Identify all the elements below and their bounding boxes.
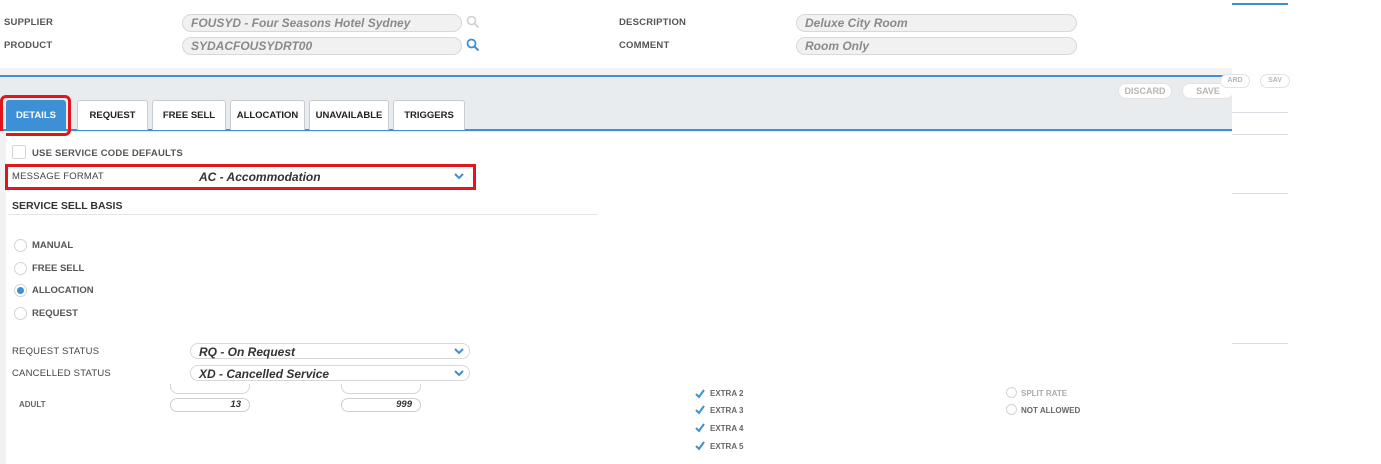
ghost-divider-1	[1232, 112, 1288, 113]
product-label: PRODUCT	[4, 40, 53, 51]
radio-request[interactable]	[14, 307, 27, 320]
sell-basis-divider	[8, 214, 598, 215]
description-label: DESCRIPTION	[619, 17, 687, 28]
details-tab-highlight	[0, 95, 71, 136]
radio-allocation-label: ALLOCATION	[32, 285, 94, 296]
check-icon	[695, 441, 705, 451]
check-icon	[695, 423, 705, 433]
top-right-accent-line	[1232, 3, 1288, 5]
chevron-down-icon	[454, 370, 464, 377]
radio-manual-label: MANUAL	[32, 240, 74, 251]
cancelled-status-select[interactable]: XD - Cancelled Service	[190, 365, 470, 381]
ghost-divider-2	[1232, 134, 1288, 135]
check-icon	[695, 405, 705, 415]
split-rate-radio[interactable]	[1006, 387, 1017, 398]
product-search-icon[interactable]	[466, 38, 480, 57]
extra-3-label: EXTRA 3	[710, 406, 744, 415]
description-field[interactable]: Deluxe City Room	[796, 14, 1077, 32]
extra-2-label: EXTRA 2	[710, 389, 744, 398]
tab-request[interactable]: REQUEST	[77, 100, 148, 130]
sell-basis-heading: SERVICE SELL BASIS	[12, 200, 123, 212]
not-allowed-radio[interactable]	[1006, 404, 1017, 415]
supplier-search-icon[interactable]	[466, 15, 480, 34]
cancelled-status-value: XD - Cancelled Service	[199, 367, 330, 381]
tab-triggers[interactable]: TRIGGERS	[393, 100, 465, 130]
extra-5-label: EXTRA 5	[710, 442, 744, 451]
radio-free-sell-label: FREE SELL	[32, 263, 85, 274]
extra-4-label: EXTRA 4	[710, 424, 744, 433]
comment-label: COMMENT	[619, 40, 670, 51]
background-panel-right	[1232, 68, 1288, 348]
check-icon	[695, 389, 705, 399]
radio-manual[interactable]	[14, 239, 27, 252]
use-defaults-label: USE SERVICE CODE DEFAULTS	[32, 148, 183, 159]
chevron-down-icon	[454, 348, 464, 355]
supplier-field[interactable]: FOUSYD - Four Seasons Hotel Sydney	[182, 14, 462, 32]
not-allowed-label: NOT ALLOWED	[1021, 406, 1081, 415]
product-field[interactable]: SYDACFOUSYDRT00	[182, 37, 462, 55]
ghost-divider-3	[1232, 193, 1288, 194]
discard-button[interactable]: DISCARD	[1118, 83, 1172, 99]
cancelled-status-label: CANCELLED STATUS	[12, 368, 111, 379]
adult-label: ADULT	[19, 400, 46, 409]
adult-max-field[interactable]: 999	[341, 398, 421, 412]
radio-request-label: REQUEST	[32, 308, 78, 319]
tab-allocation[interactable]: ALLOCATION	[230, 100, 305, 130]
header-panel	[0, 0, 1232, 68]
request-status-value: RQ - On Request	[199, 345, 296, 359]
message-format-highlight	[5, 164, 476, 190]
request-status-label: REQUEST STATUS	[12, 346, 100, 357]
adult-min-field[interactable]: 13	[170, 398, 250, 412]
radio-allocation[interactable]	[14, 284, 27, 297]
comment-field[interactable]: Room Only	[796, 37, 1077, 55]
hidden-field-top-1	[170, 384, 250, 394]
hidden-field-top-2	[341, 384, 421, 394]
ghost-divider-4	[1232, 343, 1288, 344]
supplier-label: SUPPLIER	[4, 17, 54, 28]
tab-unavailable[interactable]: UNAVAILABLE	[309, 100, 389, 130]
ghost-discard-button: ARD	[1220, 74, 1250, 88]
split-rate-label: SPLIT RATE	[1021, 389, 1068, 398]
request-status-select[interactable]: RQ - On Request	[190, 343, 470, 359]
use-defaults-checkbox[interactable]	[12, 145, 26, 159]
tab-free-sell[interactable]: FREE SELL	[152, 100, 226, 130]
ghost-save-button: SAV	[1260, 74, 1290, 88]
radio-free-sell[interactable]	[14, 262, 27, 275]
